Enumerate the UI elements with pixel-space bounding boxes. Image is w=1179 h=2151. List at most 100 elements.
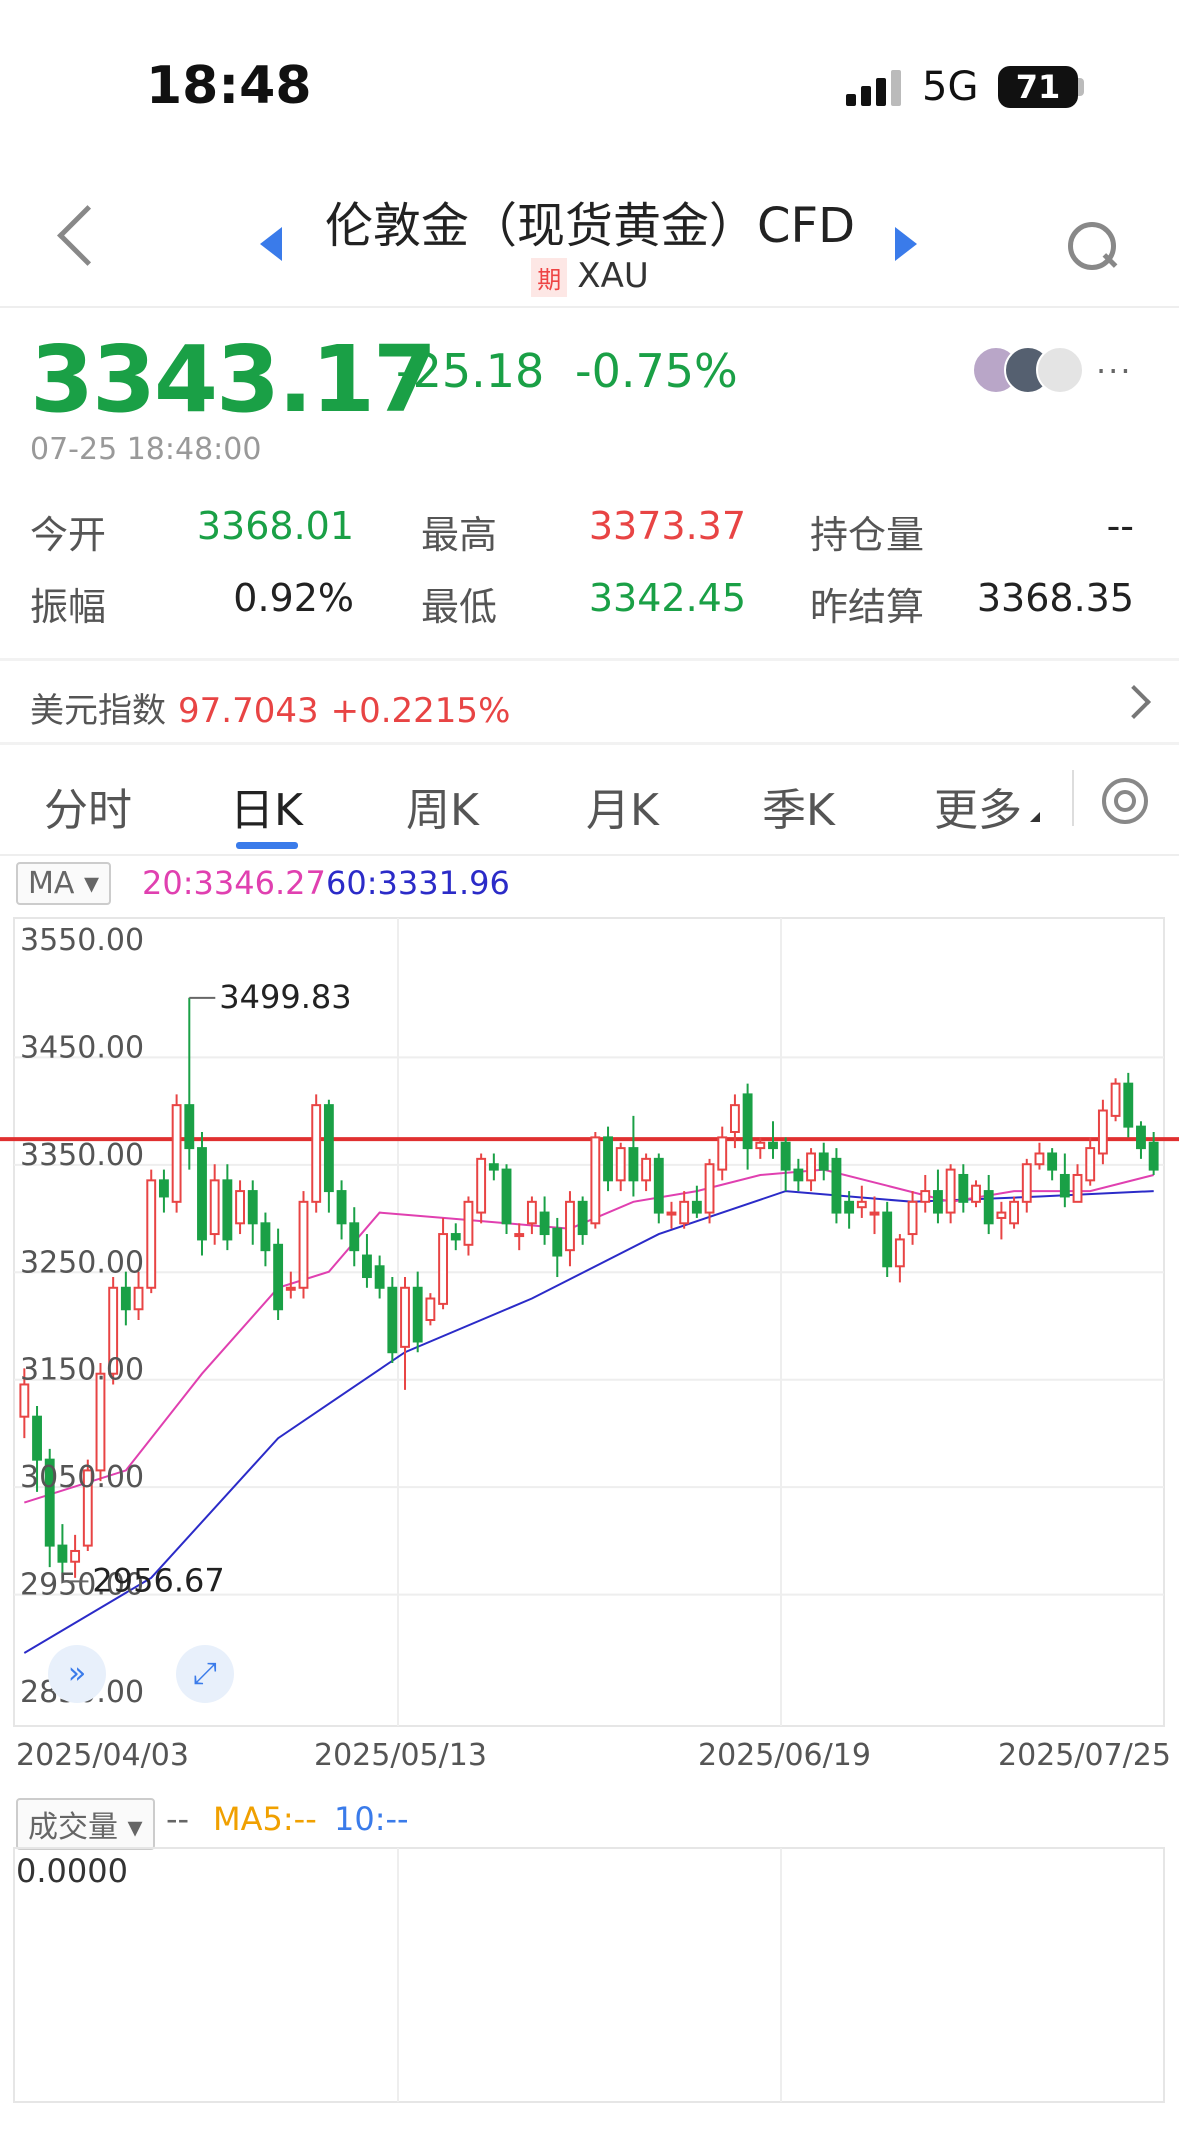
candle [260,1222,271,1252]
candle [120,1286,131,1311]
candle [958,1173,969,1203]
candlestick-chart[interactable]: 3550.00 3450.00 3350.00 3250.00 3150.00 3050.… [0,912,1179,1732]
candle [476,1157,487,1214]
usd-index-row[interactable]: 美元指数 97.7043 +0.2215% [30,683,510,732]
candle [882,1211,893,1268]
candle [603,1136,613,1182]
stat-label-low: 最低 [421,585,498,629]
candle [1085,1147,1096,1182]
expand-indicators-icon[interactable]: » [48,1645,106,1703]
tab-divider [1072,770,1074,826]
tab-daily-k[interactable]: 日K [230,774,303,838]
candle [323,1104,334,1193]
candle [729,1104,740,1133]
fullscreen-icon[interactable]: ⤢ [176,1645,234,1703]
candle [615,1147,626,1182]
network-label: 5G [922,64,979,110]
candle [806,1152,816,1182]
candle [514,1233,525,1238]
candle [894,1238,905,1268]
x-label: 2025/05/13 [314,1738,487,1773]
signal-icon [846,70,902,106]
candle [704,1163,715,1214]
tab-monthly-k[interactable]: 月K [586,774,659,838]
candle [171,1104,182,1203]
stat-value-prev-settle: 3368.35 [976,576,1134,620]
candle [1059,1173,1070,1198]
divider [0,742,1179,745]
tab-more[interactable]: 更多 [934,774,1022,838]
candle [641,1157,652,1182]
candle [387,1286,398,1354]
active-tab-indicator [236,842,298,849]
more-icon[interactable]: ··· [1096,352,1133,390]
candle [628,1147,639,1182]
candle [349,1222,360,1252]
stat-value-amplitude: 0.92% [233,576,354,620]
volume-ma5: MA5:-- [213,1800,317,1838]
dropdown-corner-icon [1030,812,1040,822]
candle [1148,1141,1159,1171]
tab-weekly-k[interactable]: 周K [406,774,479,838]
candle [1136,1125,1146,1150]
candle [197,1147,207,1241]
candle [666,1211,677,1216]
y-tick-label: 3350.00 [20,1138,144,1173]
back-icon[interactable] [57,205,118,266]
candle [1034,1152,1045,1166]
high-annotation: 3499.83 [219,978,351,1016]
stat-label-high: 最高 [421,513,498,557]
candle [755,1141,766,1150]
x-label: 2025/07/25 [998,1738,1171,1773]
divider [0,854,1179,856]
candle [235,1190,245,1225]
usd-index-label: 美元指数 [30,691,166,731]
prev-instrument-icon[interactable] [260,227,282,261]
next-instrument-icon[interactable] [895,227,917,261]
divider [0,658,1179,661]
candle [19,1383,30,1418]
candle [526,1200,537,1225]
candle [793,1168,804,1182]
candle [679,1200,690,1225]
divider [0,306,1179,308]
volume-value: -- [166,1800,190,1838]
ma-selector[interactable]: MA ▾ [16,862,112,905]
chevron-right-icon[interactable] [1117,685,1151,719]
community-avatars[interactable] [972,346,1084,394]
ma-selector-label: MA [28,866,75,901]
stat-label-prev-settle: 昨结算 [810,585,925,629]
candle [247,1190,258,1225]
candle [209,1179,220,1236]
candle [1110,1082,1121,1117]
candle [32,1415,42,1461]
candle [1123,1082,1134,1128]
candle [768,1141,778,1150]
candle [374,1265,385,1289]
stat-label-amplitude: 振幅 [30,585,107,629]
symbol-line: 期 XAU [300,256,880,297]
volume-chart[interactable] [0,1846,1179,2106]
candle [565,1200,575,1252]
tab-intraday[interactable]: 分时 [44,774,132,838]
tab-quarterly-k[interactable]: 季K [762,774,835,838]
volume-selector[interactable]: 成交量 ▾ [16,1798,155,1850]
candle [869,1211,880,1216]
candle [818,1152,829,1171]
y-tick-label: 3550.00 [20,923,144,958]
candle [831,1157,842,1214]
low-annotation: 2956.67 [92,1561,224,1599]
candle [907,1200,918,1236]
candle [501,1168,512,1225]
candle [844,1200,855,1214]
candle [971,1184,981,1203]
status-time: 18:48 [146,56,312,116]
stat-value-open-interest: -- [1106,504,1134,548]
candle [362,1254,372,1279]
x-label: 2025/04/03 [16,1738,189,1773]
page-title: 伦敦金（现货黄金）CFD [324,198,856,254]
avatar [1036,346,1084,394]
y-tick-label: 3050.00 [20,1460,144,1495]
candle [945,1168,956,1214]
y-tick-label: 3250.00 [20,1245,144,1280]
